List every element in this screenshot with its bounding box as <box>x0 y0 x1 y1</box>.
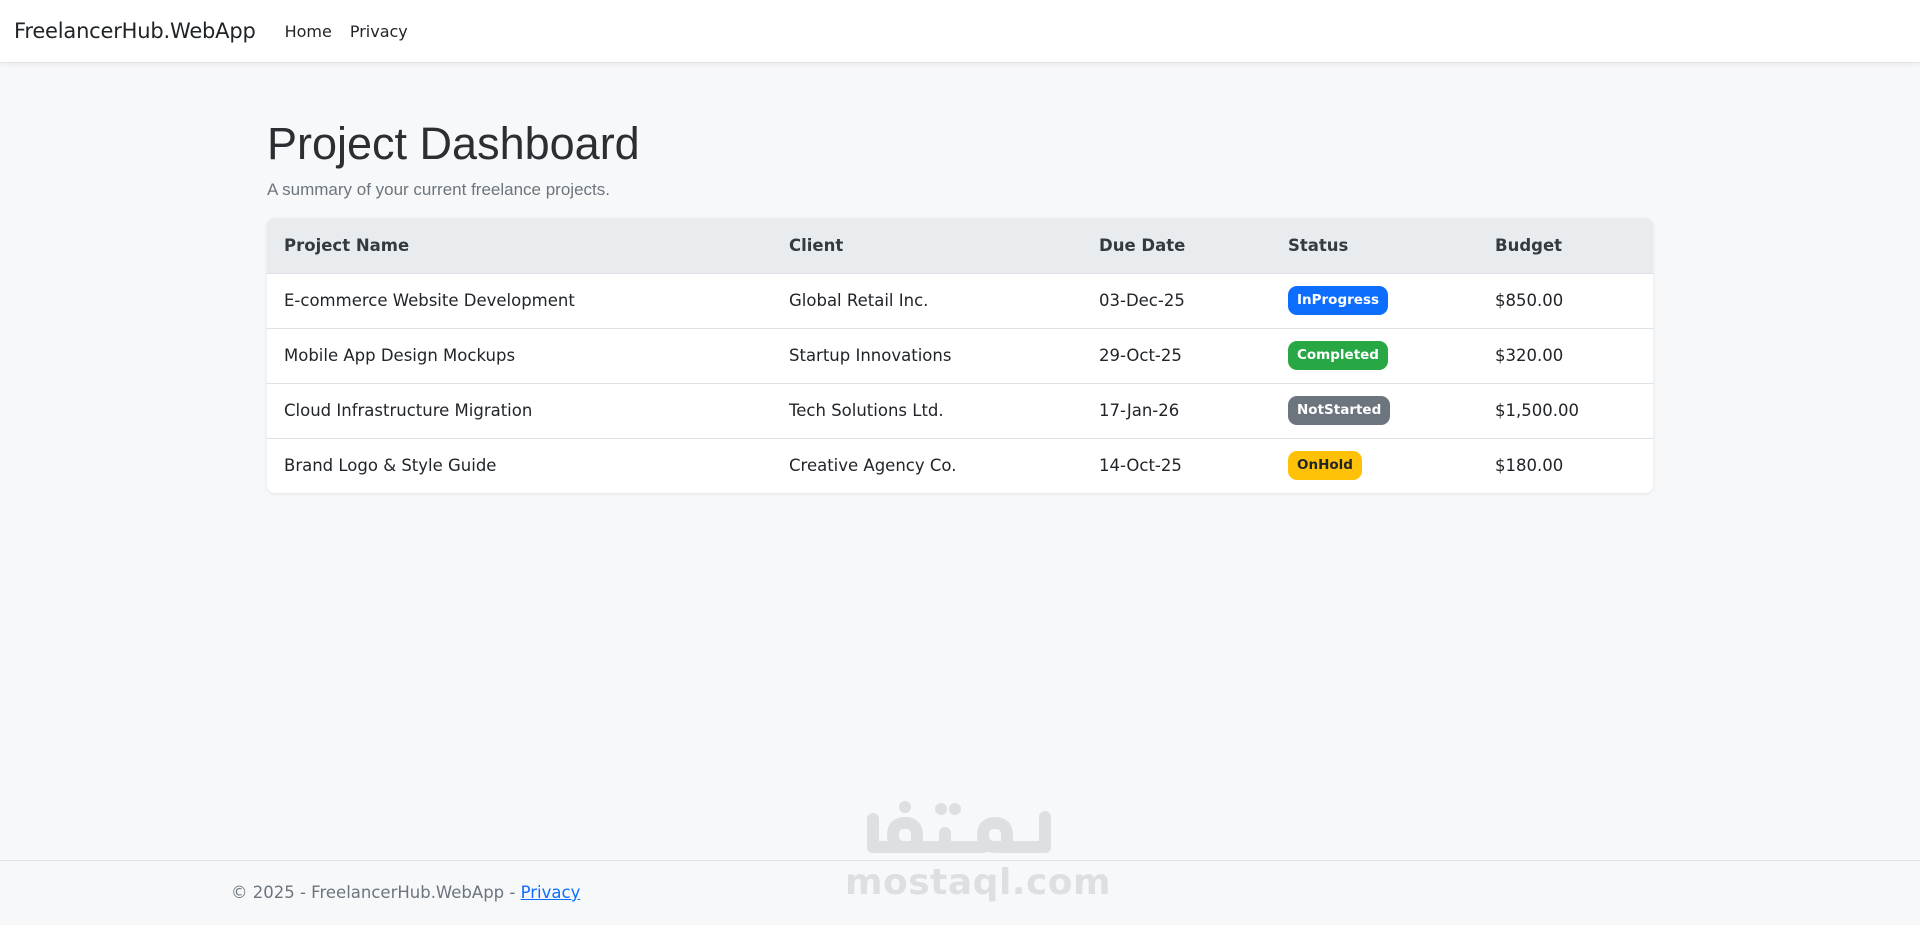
column-header-project-name: Project Name <box>267 218 772 273</box>
budget-cell: $850.00 <box>1478 272 1653 328</box>
main-content: Project Dashboard A summary of your curr… <box>267 118 1653 493</box>
column-header-status: Status <box>1271 218 1478 273</box>
table-body: E-commerce Website Development Global Re… <box>267 272 1653 493</box>
project-name-cell: Brand Logo & Style Guide <box>267 437 772 493</box>
watermark-text: mostaql.com <box>845 862 1112 903</box>
status-badge: OnHold <box>1288 451 1362 481</box>
status-cell: InProgress <box>1271 272 1478 328</box>
projects-table-card: Project Name Client Due Date Status Budg… <box>267 218 1653 493</box>
column-header-budget: Budget <box>1478 218 1653 273</box>
table-row: Mobile App Design Mockups Startup Innova… <box>267 327 1653 383</box>
status-cell: Completed <box>1271 327 1478 383</box>
top-navbar: FreelancerHub.WebApp Home Privacy <box>0 0 1920 63</box>
project-name-cell: E-commerce Website Development <box>267 272 772 328</box>
footer-text: © 2025 - FreelancerHub.WebApp - Privacy <box>231 883 580 902</box>
table-header: Project Name Client Due Date Status Budg… <box>267 218 1653 273</box>
page-title: Project Dashboard <box>267 118 640 169</box>
column-header-due-date: Due Date <box>1082 218 1271 273</box>
nav-link-privacy[interactable]: Privacy <box>348 14 417 49</box>
footer-privacy-link[interactable]: Privacy <box>521 883 581 902</box>
due-date-cell: 03-Dec-25 <box>1082 272 1271 328</box>
budget-cell: $180.00 <box>1478 437 1653 493</box>
budget-cell: $320.00 <box>1478 327 1653 383</box>
table-header-row: Project Name Client Due Date Status Budg… <box>267 218 1653 273</box>
projects-table: Project Name Client Due Date Status Budg… <box>267 218 1653 493</box>
table-row: Cloud Infrastructure Migration Tech Solu… <box>267 382 1653 438</box>
mostaql-watermark: mostaql.com <box>845 795 1112 905</box>
status-badge: InProgress <box>1288 286 1389 315</box>
project-name-cell: Cloud Infrastructure Migration <box>267 382 772 438</box>
due-date-cell: 29-Oct-25 <box>1082 327 1271 383</box>
page-subtitle: A summary of your current freelance proj… <box>267 180 610 199</box>
table-row: E-commerce Website Development Global Re… <box>267 272 1653 328</box>
client-cell: Tech Solutions Ltd. <box>772 382 1082 438</box>
client-cell: Creative Agency Co. <box>772 437 1082 493</box>
column-header-client: Client <box>772 218 1082 273</box>
due-date-cell: 14-Oct-25 <box>1082 437 1271 493</box>
mostaql-logo-icon <box>867 801 1051 853</box>
nav-link-home[interactable]: Home <box>283 14 341 49</box>
project-name-cell: Mobile App Design Mockups <box>267 327 772 383</box>
table-row: Brand Logo & Style Guide Creative Agency… <box>267 437 1653 493</box>
brand-link[interactable]: FreelancerHub.WebApp <box>14 19 256 43</box>
footer-copyright: © 2025 - FreelancerHub.WebApp - <box>231 883 521 902</box>
budget-cell: $1,500.00 <box>1478 382 1653 438</box>
client-cell: Global Retail Inc. <box>772 272 1082 328</box>
due-date-cell: 17-Jan-26 <box>1082 382 1271 438</box>
client-cell: Startup Innovations <box>772 327 1082 383</box>
status-badge: NotStarted <box>1288 396 1391 425</box>
status-cell: OnHold <box>1271 437 1478 493</box>
status-cell: NotStarted <box>1271 382 1478 438</box>
status-badge: Completed <box>1288 341 1388 370</box>
